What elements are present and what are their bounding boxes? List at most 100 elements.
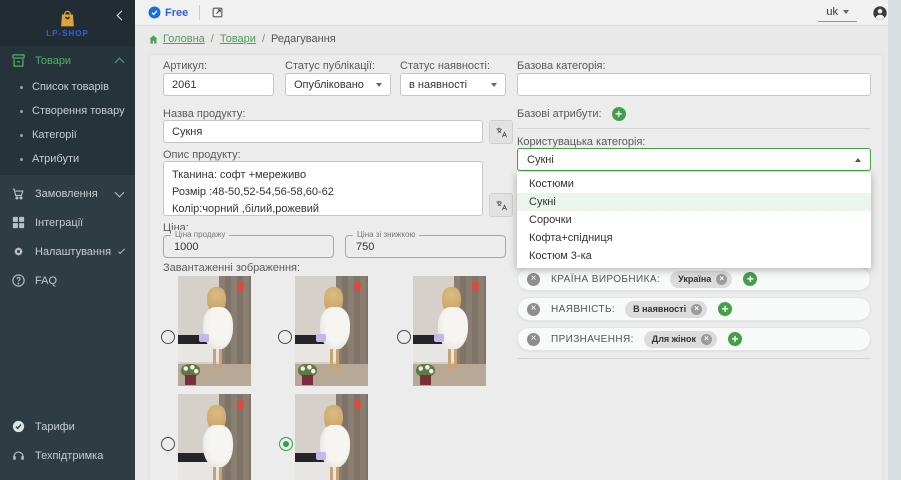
sku-input[interactable] <box>163 73 274 96</box>
delete-image-button[interactable] <box>470 280 481 293</box>
verified-badge-icon <box>148 6 161 19</box>
delete-image-button[interactable] <box>352 398 363 411</box>
stock-status-value: в наявності <box>409 79 467 91</box>
breadcrumb-home-link[interactable]: Головна <box>148 33 205 45</box>
caret-down-icon <box>491 83 497 87</box>
delete-image-button[interactable] <box>235 280 246 293</box>
sidebar-item-integrations[interactable]: Інтеграції <box>0 208 135 237</box>
publish-status-select[interactable]: Опубліковано <box>285 73 391 96</box>
main-image-radio[interactable] <box>161 330 175 344</box>
attribute-value-chip: Україна × <box>670 271 732 288</box>
sidebar-item-label: Замовлення <box>35 188 107 200</box>
sidebar-collapse-button[interactable] <box>118 6 125 24</box>
custom-category-dropdown: Костюми Сукні Сорочки Кофта+спідниця Кос… <box>517 172 871 268</box>
sidebar-item-attributes[interactable]: Атрибути <box>0 147 135 171</box>
scrollbar-track[interactable] <box>888 0 901 480</box>
sidebar-group-products: Товари Список товарів Створення товару К… <box>0 46 135 175</box>
sidebar-item-products[interactable]: Товари <box>0 46 135 75</box>
attribute-row-purpose: × ПРИЗНАЧЕННЯ: Для жінок × + <box>517 327 871 351</box>
attribute-value-chip: Для жінок × <box>644 331 717 348</box>
trash-icon <box>470 280 481 293</box>
divider <box>517 128 871 129</box>
chevron-up-icon <box>115 57 125 67</box>
product-image[interactable] <box>295 276 368 386</box>
product-image[interactable] <box>178 394 251 480</box>
sidebar-item-label: Налаштування <box>35 246 111 258</box>
sidebar-item-faq[interactable]: FAQ <box>0 266 135 295</box>
translate-name-button[interactable] <box>489 120 513 144</box>
dropdown-option[interactable]: Костюм 3-ка <box>517 247 871 265</box>
attribute-value: В наявності <box>633 304 686 314</box>
grid-icon <box>11 215 26 230</box>
main-image-radio[interactable] <box>279 437 293 451</box>
product-image[interactable] <box>295 394 368 480</box>
stock-status-select[interactable]: в наявності <box>400 73 506 96</box>
topbar-divider <box>199 5 200 20</box>
add-value-button[interactable]: + <box>718 302 732 316</box>
sidebar-item-support[interactable]: Техпідтримка <box>0 441 135 470</box>
add-value-button[interactable]: + <box>743 272 757 286</box>
sale-price-floating-label: Ціна продажу <box>171 230 229 239</box>
plan-badge[interactable]: Free <box>148 6 188 19</box>
base-category-input[interactable] <box>517 73 871 96</box>
dropdown-option[interactable]: Костюми <box>517 175 871 193</box>
home-icon <box>148 34 159 45</box>
stock-status-label: Статус наявності: <box>400 60 490 72</box>
account-button[interactable] <box>872 5 888 21</box>
main-image-radio[interactable] <box>161 437 175 451</box>
discount-price-input[interactable] <box>346 236 505 257</box>
open-storefront-button[interactable] <box>211 6 224 19</box>
breadcrumb: Головна / Товари / Редагування <box>148 33 336 45</box>
dropdown-option[interactable]: Кофта+спідниця <box>517 229 871 247</box>
remove-attribute-button[interactable]: × <box>527 333 540 346</box>
trash-icon <box>352 280 363 293</box>
sidebar-item-tariffs[interactable]: Тарифи <box>0 412 135 441</box>
product-image[interactable] <box>178 276 251 386</box>
discount-price-field: Ціна зі знижкою <box>345 235 506 258</box>
translate-description-button[interactable] <box>489 193 513 217</box>
sidebar-item-orders[interactable]: Замовлення <box>0 179 135 208</box>
remove-attribute-button[interactable]: × <box>527 273 540 286</box>
publish-status-label: Статус публікації: <box>285 60 375 72</box>
main-image-radio[interactable] <box>278 330 292 344</box>
sidebar-item-categories[interactable]: Категорії <box>0 123 135 147</box>
description-textarea[interactable]: Тканина: софт +мереживо Розмір :48-50,52… <box>163 161 483 216</box>
product-image[interactable] <box>413 276 486 386</box>
logo-text: LP-SHOP <box>46 29 89 38</box>
dropdown-option[interactable]: Сорочки <box>517 211 871 229</box>
caret-down-icon <box>376 83 382 87</box>
sidebar-item-settings[interactable]: Налаштування <box>0 237 135 266</box>
remove-value-button[interactable]: × <box>701 334 712 345</box>
chevron-down-icon <box>115 187 125 197</box>
main-image-radio[interactable] <box>397 330 411 344</box>
sidebar-subitem-label: Список товарів <box>32 81 109 93</box>
dropdown-option[interactable]: Сукні <box>517 193 871 211</box>
sidebar-item-product-create[interactable]: Створення товару <box>0 99 135 123</box>
sidebar-header: LP-SHOP <box>0 0 135 46</box>
publish-status-value: Опубліковано <box>294 79 364 91</box>
remove-attribute-button[interactable]: × <box>527 303 540 316</box>
product-name-label: Назва продукту: <box>163 108 245 120</box>
sidebar-item-product-list[interactable]: Список товарів <box>0 75 135 99</box>
sale-price-input[interactable] <box>164 236 333 257</box>
breadcrumb-products-link[interactable]: Товари <box>220 33 256 45</box>
add-base-attribute-button[interactable]: + <box>612 107 626 121</box>
breadcrumb-current: Редагування <box>271 33 336 45</box>
products-box-icon <box>11 53 26 68</box>
uploaded-images-label: Завантаженні зображення: <box>163 262 300 274</box>
bullet-icon <box>20 110 23 113</box>
caret-up-icon <box>855 158 861 162</box>
delete-image-button[interactable] <box>235 398 246 411</box>
headset-icon <box>11 448 26 463</box>
remove-value-button[interactable]: × <box>691 304 702 315</box>
bullet-icon <box>20 158 23 161</box>
remove-value-button[interactable]: × <box>716 274 727 285</box>
product-name-input[interactable] <box>163 120 483 143</box>
external-link-icon <box>211 6 224 19</box>
breadcrumb-separator: / <box>262 33 265 45</box>
sidebar-subitem-label: Атрибути <box>32 153 79 165</box>
language-select[interactable]: uk <box>818 4 857 22</box>
custom-category-select[interactable]: Сукні <box>517 148 871 171</box>
add-value-button[interactable]: + <box>728 332 742 346</box>
delete-image-button[interactable] <box>352 280 363 293</box>
